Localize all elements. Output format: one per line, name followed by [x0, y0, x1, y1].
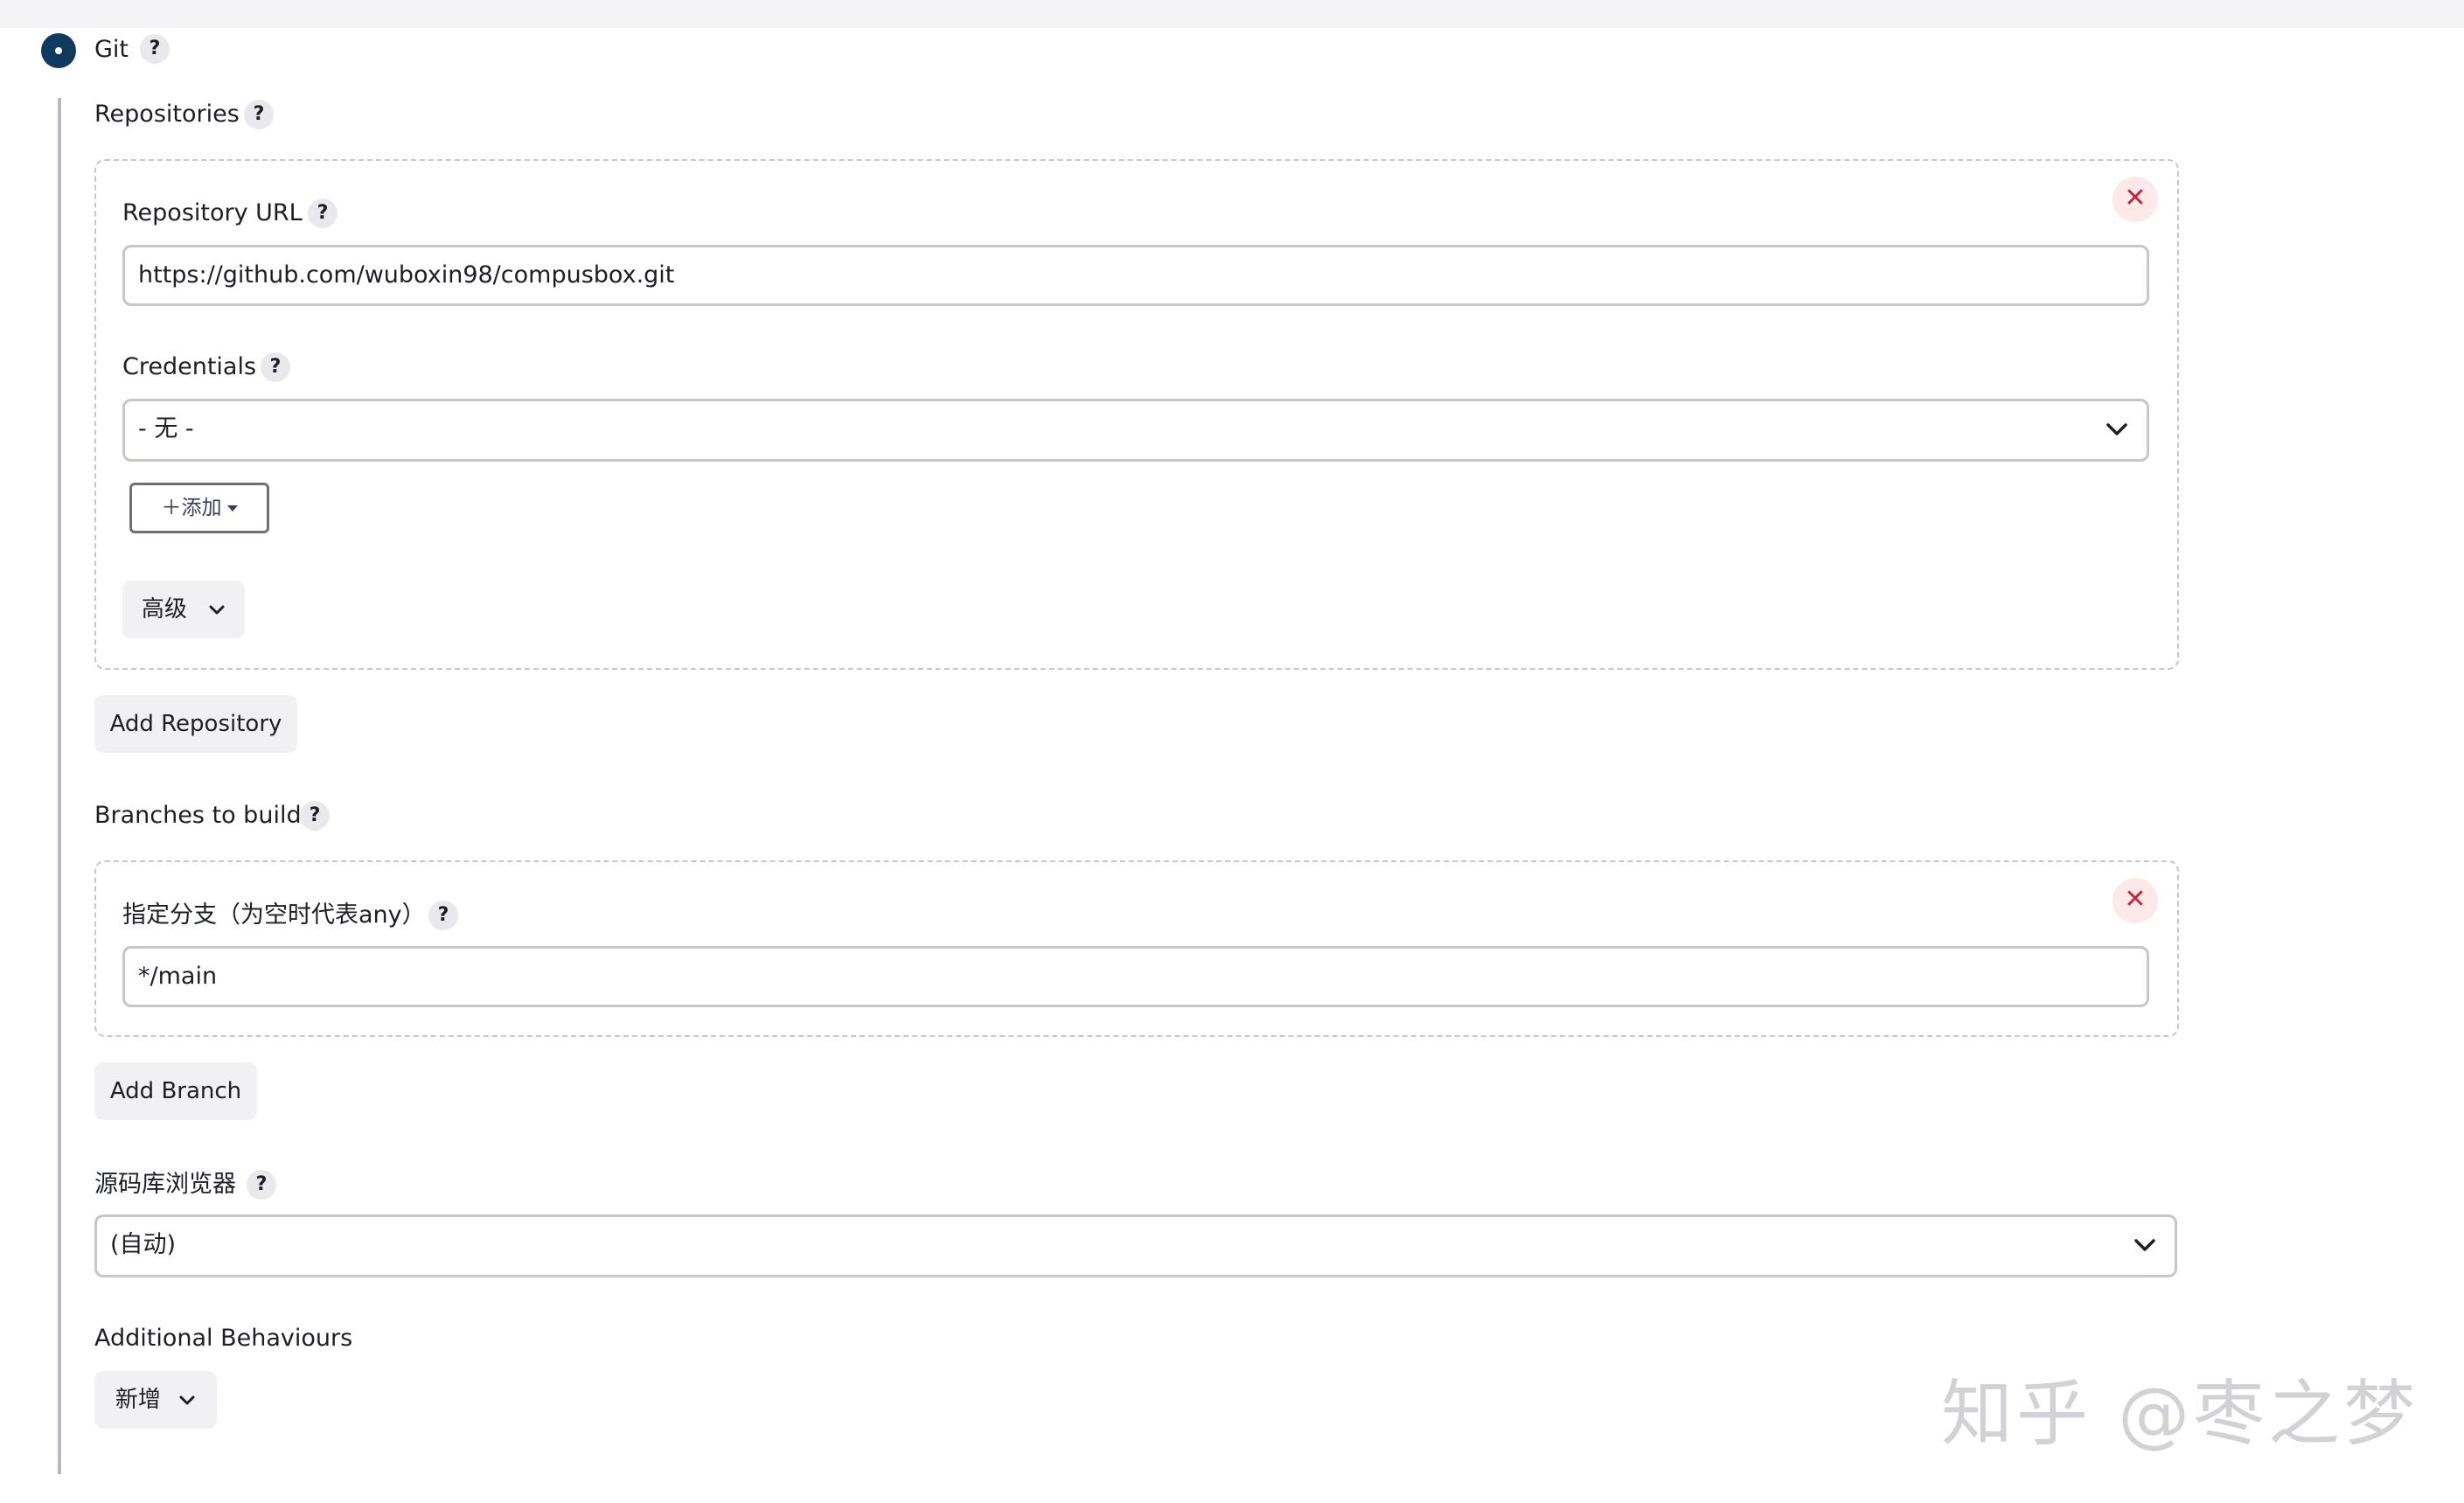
credentials-label: Credentials — [122, 353, 257, 380]
chevron-down-icon — [209, 605, 225, 614]
plus-icon: ＋ — [161, 497, 182, 519]
add-behaviour-button-label: 新增 — [115, 1387, 161, 1413]
add-credentials-button[interactable]: ＋添加 — [129, 483, 269, 533]
repositories-help-icon[interactable]: ? — [244, 100, 274, 129]
git-radio[interactable] — [41, 33, 76, 68]
repositories-label: Repositories — [94, 101, 240, 128]
branches-label: Branches to build — [94, 802, 302, 829]
caret-down-icon — [226, 505, 238, 511]
repository-url-label: Repository URL — [122, 199, 303, 226]
radio-selected-dot — [55, 47, 62, 54]
remove-repository-close-icon[interactable]: ✕ — [2112, 177, 2158, 222]
advanced-button[interactable]: 高级 — [122, 581, 245, 638]
watermark: 知乎 @枣之梦 — [1941, 1373, 2419, 1456]
chevron-down-icon — [2106, 401, 2127, 459]
top-bar — [0, 0, 2464, 28]
add-repository-button[interactable]: Add Repository — [94, 695, 297, 753]
add-credentials-label: 添加 — [181, 497, 222, 519]
advanced-button-label: 高级 — [141, 596, 187, 623]
chevron-down-icon — [179, 1395, 195, 1404]
section-indent-line — [58, 98, 61, 1474]
branches-help-icon[interactable]: ? — [300, 801, 330, 831]
additional-behaviours-label: Additional Behaviours — [94, 1325, 353, 1352]
repository-browser-select-value: (自动) — [110, 1231, 177, 1258]
credentials-select-value: - 无 - — [138, 415, 194, 442]
branch-specifier-help-icon[interactable]: ? — [428, 901, 458, 930]
repository-browser-help-icon[interactable]: ? — [247, 1170, 276, 1200]
repository-browser-select[interactable]: (自动) — [94, 1214, 2177, 1277]
add-behaviour-button[interactable]: 新增 — [94, 1371, 217, 1429]
branch-specifier-label: 指定分支（为空时代表any） — [122, 901, 426, 929]
credentials-help-icon[interactable]: ? — [261, 352, 290, 382]
git-help-icon[interactable]: ? — [140, 34, 170, 64]
remove-branch-close-icon[interactable]: ✕ — [2112, 878, 2158, 923]
branch-specifier-input[interactable]: */main — [122, 946, 2149, 1007]
repository-browser-label: 源码库浏览器 — [94, 1171, 236, 1198]
repository-url-help-icon[interactable]: ? — [308, 198, 338, 228]
repository-url-input[interactable]: https://github.com/wuboxin98/compusbox.g… — [122, 245, 2149, 306]
chevron-down-icon — [2134, 1217, 2155, 1275]
git-option-label: Git — [94, 36, 129, 63]
credentials-select[interactable]: - 无 - — [122, 399, 2149, 462]
add-branch-button[interactable]: Add Branch — [94, 1062, 257, 1120]
